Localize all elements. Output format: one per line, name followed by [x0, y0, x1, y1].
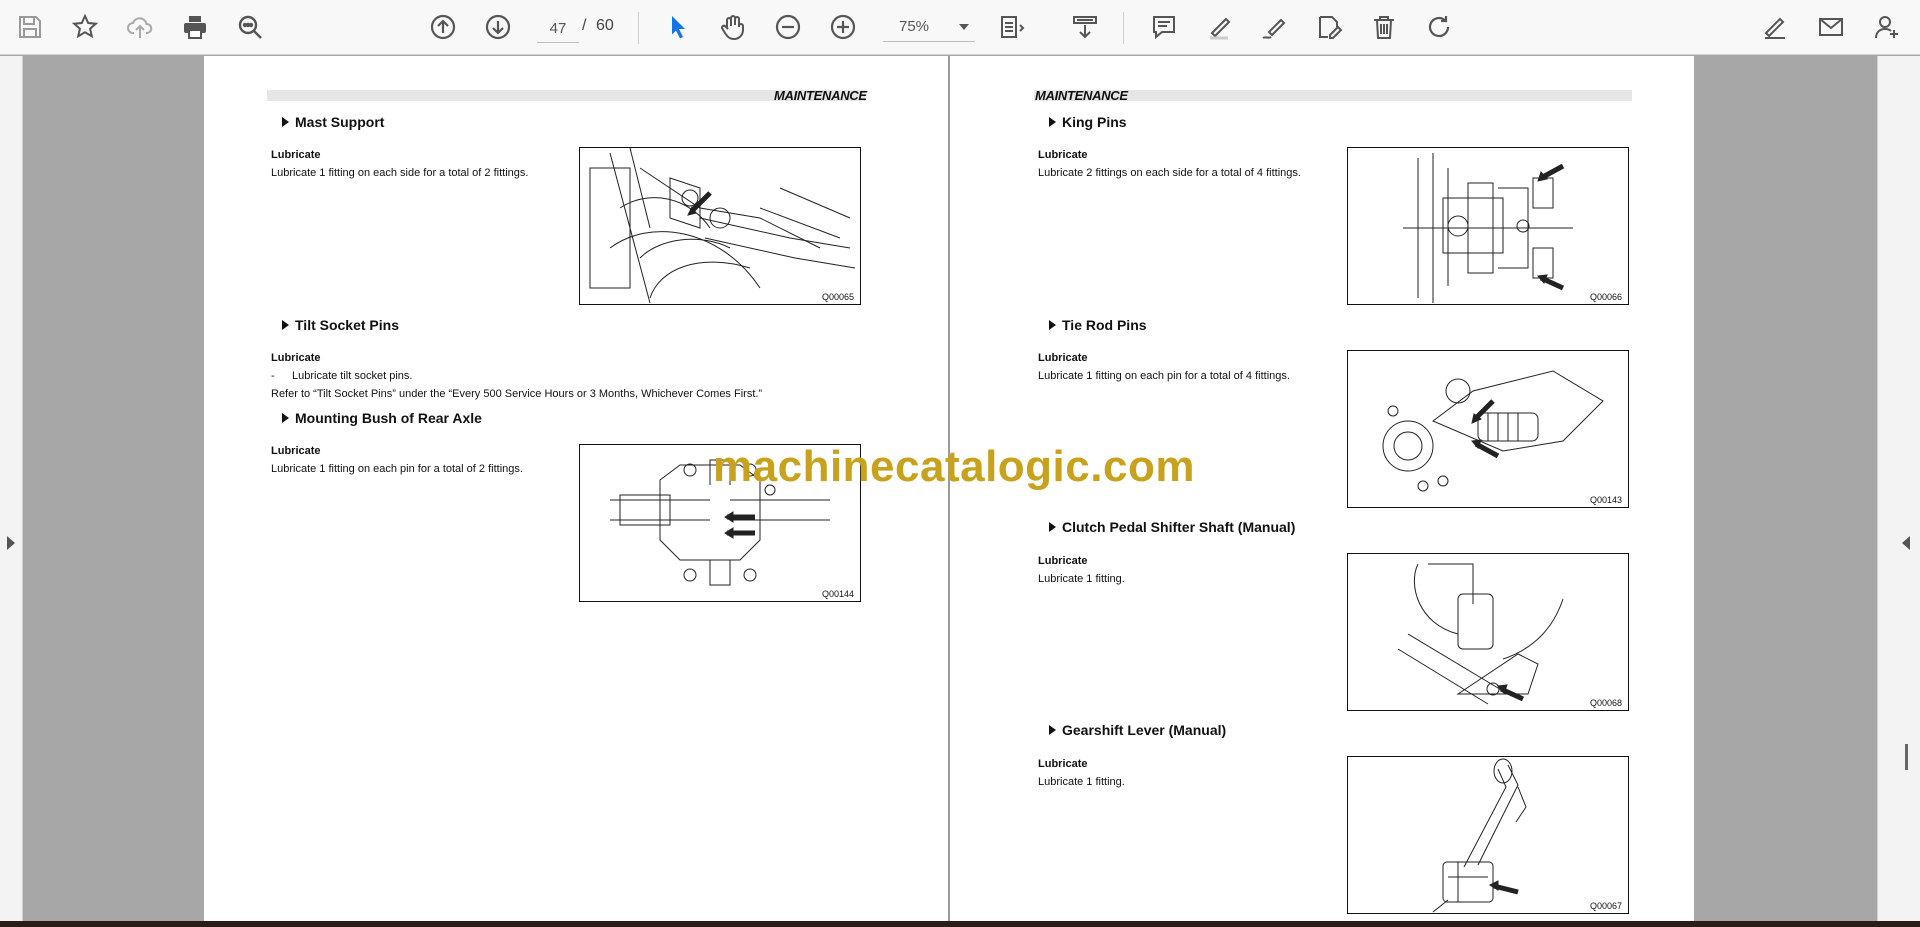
left-panel-rail[interactable]	[0, 56, 23, 921]
email-icon[interactable]	[1814, 10, 1848, 44]
comment-icon[interactable]	[1147, 10, 1181, 44]
page-total: 60	[596, 17, 614, 34]
highlight-icon[interactable]	[1202, 10, 1236, 44]
rotate-icon[interactable]	[1422, 10, 1456, 44]
bottom-bar	[0, 921, 1920, 927]
figure-mast-support: Q00065	[579, 147, 861, 305]
figure-tie-rod-pins: Q00143	[1347, 350, 1629, 508]
figure-gearshift-lever: Q00067	[1347, 756, 1629, 914]
sign-icon[interactable]	[1758, 10, 1792, 44]
zoom-value: 75%	[899, 18, 930, 35]
fit-page-icon[interactable]	[995, 10, 1029, 44]
section-title: Tilt Socket Pins	[282, 317, 399, 333]
figure-code: Q00065	[821, 292, 854, 302]
section-title: King Pins	[1049, 114, 1127, 130]
watermark: machinecatalogic.com	[713, 442, 1195, 491]
instruction-text: Lubricate 1 fitting on each side for a t…	[271, 167, 529, 179]
figure-king-pins: Q00066	[1347, 147, 1629, 305]
lubricate-label: Lubricate	[1038, 555, 1088, 567]
zoom-search-icon[interactable]	[233, 10, 267, 44]
user-add-icon[interactable]	[1870, 10, 1904, 44]
save-icon[interactable]	[13, 10, 47, 44]
scroll-mode-icon[interactable]	[1068, 10, 1102, 44]
instruction-text: Lubricate 1 fitting.	[1038, 776, 1125, 788]
lubricate-label: Lubricate	[1038, 758, 1088, 770]
page-number-input[interactable]	[537, 14, 579, 43]
delete-icon[interactable]	[1367, 10, 1401, 44]
figure-clutch-shaft: Q00068	[1347, 553, 1629, 711]
expand-right-panel-icon[interactable]	[1902, 536, 1910, 550]
instruction-text: Lubricate 1 fitting.	[1038, 573, 1125, 585]
lubricate-label: Lubricate	[1038, 149, 1088, 161]
instruction-text: Lubricate 1 fitting on each pin for a to…	[271, 463, 523, 475]
chevron-down-icon	[959, 24, 969, 30]
hand-icon[interactable]	[716, 10, 750, 44]
lubricate-label: Lubricate	[1038, 352, 1088, 364]
section-title: Clutch Pedal Shifter Shaft (Manual)	[1049, 519, 1295, 535]
draw-icon[interactable]	[1257, 10, 1291, 44]
lubricate-label: Lubricate	[271, 445, 321, 457]
page-separator: /	[582, 17, 587, 34]
page-down-icon[interactable]	[481, 10, 515, 44]
upload-cloud-icon[interactable]	[123, 10, 157, 44]
page-header: MAINTENANCE	[1035, 88, 1128, 103]
section-title: Mast Support	[282, 114, 384, 130]
print-icon[interactable]	[178, 10, 212, 44]
section-title: Gearshift Lever (Manual)	[1049, 722, 1226, 738]
zoom-select[interactable]: 75%	[883, 14, 975, 42]
bullet-dash: -	[271, 370, 275, 382]
figure-code: Q00068	[1589, 698, 1622, 708]
figure-code: Q00066	[1589, 292, 1622, 302]
right-panel-rail[interactable]	[1877, 56, 1920, 921]
section-title: Mounting Bush of Rear Axle	[282, 410, 482, 426]
zoom-out-icon[interactable]	[771, 10, 805, 44]
fill-sign-icon[interactable]	[1312, 10, 1346, 44]
scrollbar-thumb[interactable]	[1905, 744, 1908, 770]
instruction-text: Lubricate 1 fitting on each pin for a to…	[1038, 370, 1290, 382]
select-cursor-icon[interactable]	[661, 10, 695, 44]
page-up-icon[interactable]	[426, 10, 460, 44]
section-title: Tie Rod Pins	[1049, 317, 1147, 333]
bullet-text: Lubricate tilt socket pins.	[292, 370, 413, 382]
zoom-in-icon[interactable]	[826, 10, 860, 44]
reference-text: Refer to “Tilt Socket Pins” under the “E…	[271, 388, 763, 400]
figure-code: Q00144	[821, 589, 854, 599]
toolbar-divider	[1123, 12, 1124, 44]
lubricate-label: Lubricate	[271, 149, 321, 161]
figure-code: Q00067	[1589, 901, 1622, 911]
toolbar-divider	[638, 12, 639, 44]
bookmark-star-icon[interactable]	[68, 10, 102, 44]
page-header: MAINTENANCE	[774, 88, 867, 103]
instruction-text: Lubricate 2 fittings on each side for a …	[1038, 167, 1301, 179]
lubricate-label: Lubricate	[271, 352, 321, 364]
figure-code: Q00143	[1589, 495, 1622, 505]
toolbar: / 60 75%	[0, 0, 1920, 55]
expand-left-panel-icon[interactable]	[7, 536, 15, 550]
